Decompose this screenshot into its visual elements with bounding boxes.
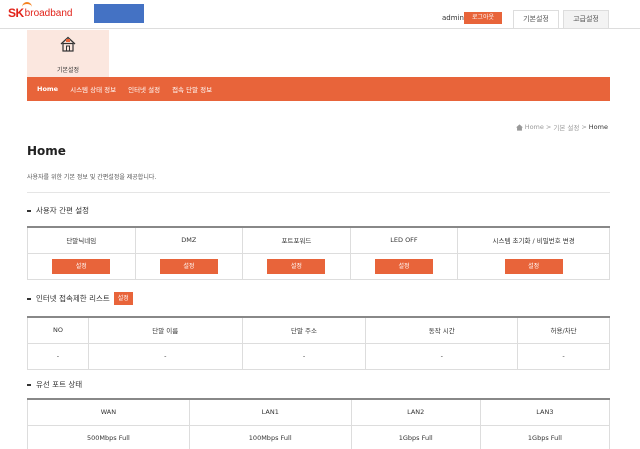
tile-label: 기본설정 xyxy=(56,67,80,74)
breadcrumb-item-home[interactable]: Home xyxy=(525,123,544,131)
breadcrumb: Home > 기본 설정 > Home xyxy=(515,122,608,132)
access-limit-title: 인터넷 접속제한 리스트 설정 xyxy=(27,292,133,305)
table-row: 500Mbps Full 100Mbps Full 1Gbps Full 1Gb… xyxy=(27,424,611,449)
access-col-allow-block: 허용/차단 xyxy=(517,316,610,344)
wired-ports-table: WAN LAN1 LAN2 LAN3 500Mbps Full 100Mbps … xyxy=(27,398,611,449)
quick-col-port-forward: 포트포워드 xyxy=(242,226,351,254)
nav-item-connected-devices[interactable]: 접속 단말 정보 xyxy=(172,84,212,94)
logo-swoosh-icon xyxy=(22,2,32,8)
basic-settings-tile[interactable]: 기본설정 xyxy=(27,30,109,77)
access-col-no: NO xyxy=(27,316,89,344)
breadcrumb-separator: > xyxy=(545,123,552,131)
logo-sk-text: SK xyxy=(8,6,24,20)
section-dash xyxy=(27,209,31,212)
port-col-lan2: LAN2 xyxy=(350,398,481,426)
section-dash xyxy=(27,383,31,386)
led-off-settings-button[interactable]: 설정 xyxy=(374,258,433,274)
system-reset-settings-button[interactable]: 설정 xyxy=(504,258,563,274)
page-description: 사용자를 위한 기본 정보 및 간편설정을 제공합니다. xyxy=(27,174,157,181)
breadcrumb-separator: > xyxy=(581,123,587,131)
logout-button[interactable]: 로그아웃 xyxy=(464,12,502,24)
access-cell: - xyxy=(27,342,89,370)
access-limit-title-text: 인터넷 접속제한 리스트 xyxy=(36,294,110,303)
breadcrumb-item-basic[interactable]: 기본 설정 xyxy=(553,122,579,132)
quick-settings-title-text: 사용자 간편 설정 xyxy=(36,206,90,215)
port-forward-settings-button[interactable]: 설정 xyxy=(267,258,326,274)
house-icon xyxy=(60,36,76,52)
access-cell: - xyxy=(87,342,243,370)
top-bar: SK broadband admin 로그아웃 기본설정 고급설정 xyxy=(0,0,640,30)
tab-advanced-settings[interactable]: 고급설정 xyxy=(563,10,609,28)
access-col-device-address: 단말 주소 xyxy=(241,316,367,344)
quick-col-nickname: 단말닉네임 xyxy=(27,226,136,254)
wired-ports-title: 유선 포트 상태 xyxy=(27,379,82,390)
access-limit-settings-button[interactable]: 설정 xyxy=(113,292,133,305)
logo-broadband-text: broadband xyxy=(24,7,73,19)
sk-broadband-logo[interactable]: SK broadband xyxy=(8,2,73,20)
port-value-lan3: 1Gbps Full xyxy=(479,424,611,449)
access-cell: - xyxy=(517,342,610,370)
access-limit-table: NO 단말 이름 단말 주소 동작 시간 허용/차단 - - - - - xyxy=(27,316,610,370)
top-divider xyxy=(0,28,640,29)
wired-ports-title-text: 유선 포트 상태 xyxy=(36,380,83,389)
quick-col-dmz: DMZ xyxy=(134,226,244,254)
port-value-lan2: 1Gbps Full xyxy=(350,424,481,449)
home-icon xyxy=(515,123,523,131)
section-dash xyxy=(27,297,31,300)
access-cell: - xyxy=(365,342,519,370)
nav-item-internet-settings[interactable]: 인터넷 설정 xyxy=(128,84,160,94)
main-nav: Home 시스템 상태 정보 인터넷 설정 접속 단말 정보 xyxy=(27,77,610,101)
quick-col-system-reset: 시스템 초기화 / 비밀번호 변경 xyxy=(457,226,610,254)
port-value-lan1: 100Mbps Full xyxy=(188,424,352,449)
quick-settings-title: 사용자 간편 설정 xyxy=(27,205,89,216)
user-name: admin xyxy=(442,14,464,22)
redacted-block xyxy=(94,4,144,23)
content-divider xyxy=(27,192,610,193)
dmz-settings-button[interactable]: 설정 xyxy=(159,258,218,274)
access-col-device-name: 단말 이름 xyxy=(87,316,243,344)
access-col-active-time: 동작 시간 xyxy=(365,316,519,344)
nav-item-home[interactable]: Home xyxy=(37,85,58,93)
breadcrumb-item-current: Home xyxy=(588,123,608,131)
quick-col-led-off: LED OFF xyxy=(349,226,459,254)
port-col-wan: WAN xyxy=(27,398,190,426)
port-value-wan: 500Mbps Full xyxy=(27,424,190,449)
tab-basic-settings[interactable]: 기본설정 xyxy=(513,10,559,28)
port-col-lan1: LAN1 xyxy=(188,398,352,426)
quick-settings-table: 단말닉네임 DMZ 포트포워드 LED OFF 시스템 초기화 / 비밀번호 변… xyxy=(27,226,610,280)
port-col-lan3: LAN3 xyxy=(479,398,611,426)
access-cell: - xyxy=(241,342,367,370)
nav-item-system-status[interactable]: 시스템 상태 정보 xyxy=(70,84,116,94)
nickname-settings-button[interactable]: 설정 xyxy=(52,258,111,274)
page-title: Home xyxy=(27,144,66,158)
table-row: - - - - - xyxy=(27,342,610,370)
